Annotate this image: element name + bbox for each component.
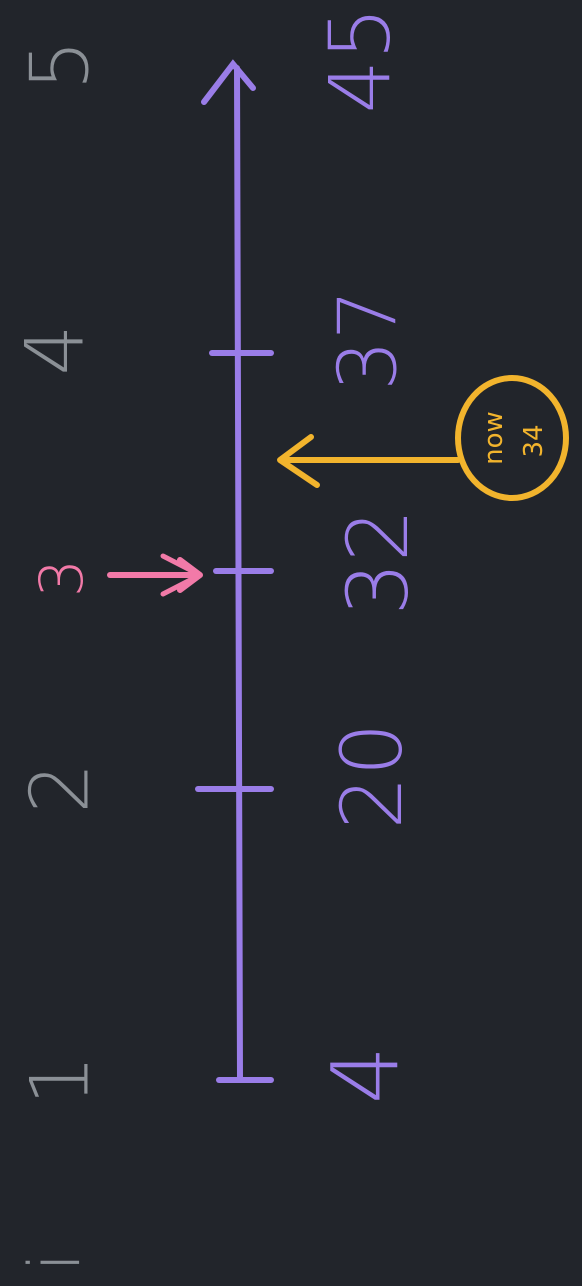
index-label-2: 2 xyxy=(14,763,107,814)
axis-value-4: 4 xyxy=(313,1046,420,1105)
axis-arrowhead xyxy=(201,59,256,105)
axis-value-32: 32 xyxy=(329,509,427,616)
index-label-3: 3 xyxy=(27,559,97,597)
marker-arrow xyxy=(107,553,203,597)
axis xyxy=(195,59,274,1083)
index-labels: i 1 2 3 4 5 xyxy=(9,40,107,1272)
index-label-1: 1 xyxy=(14,1055,107,1106)
index-label-4: 4 xyxy=(9,325,102,376)
axis-values: 4 20 32 37 45 xyxy=(311,7,427,1105)
current-circle xyxy=(455,375,569,501)
current-label-now: now xyxy=(479,411,509,465)
axis-value-37: 37 xyxy=(322,289,415,391)
axis-value-20: 20 xyxy=(323,723,421,830)
index-label-i: i xyxy=(14,1252,96,1271)
current-label: now 34 xyxy=(479,411,549,465)
number-line-diagram: i 1 2 3 4 5 4 20 32 37 45 now 34 xyxy=(9,7,569,1272)
index-label-5: 5 xyxy=(14,40,107,91)
axis-value-45: 45 xyxy=(311,7,409,114)
current-label-value: 34 xyxy=(519,424,549,457)
